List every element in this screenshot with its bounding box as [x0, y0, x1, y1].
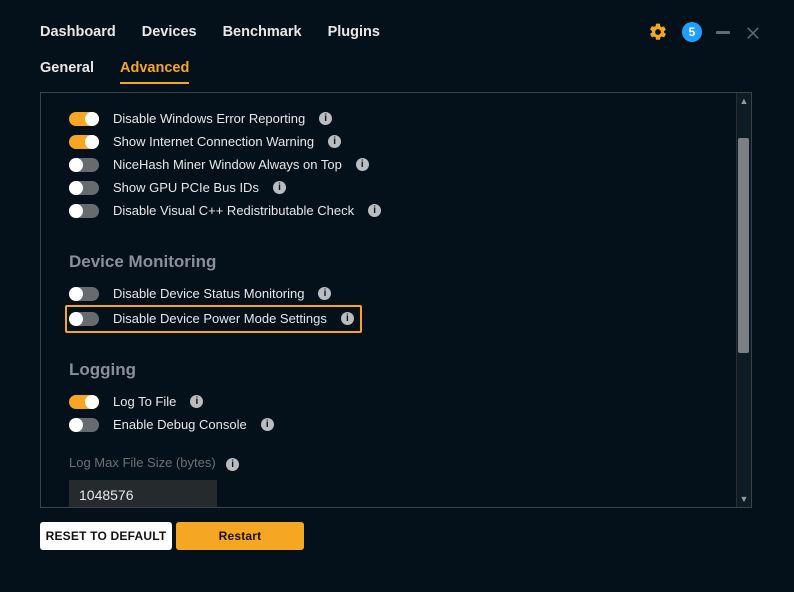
info-icon[interactable]: i [356, 158, 369, 171]
nav-benchmark[interactable]: Benchmark [223, 24, 302, 40]
notification-badge[interactable]: 5 [682, 22, 702, 42]
toggle-disable-vcredist[interactable] [69, 204, 99, 218]
input-log-max-size[interactable] [69, 480, 217, 507]
info-icon[interactable]: i [341, 312, 354, 325]
section-device-monitoring: Device Monitoring [69, 252, 727, 272]
toggle-always-on-top[interactable] [69, 158, 99, 172]
label-disable-status-monitoring: Disable Device Status Monitoring [113, 286, 304, 301]
highlight-box: Disable Device Power Mode Settings i [65, 305, 362, 333]
label-log-max-size: Log Max File Size (bytes) [69, 455, 216, 470]
minimize-icon[interactable] [716, 31, 730, 34]
label-disable-vcredist: Disable Visual C++ Redistributable Check [113, 203, 354, 218]
label-disable-wer: Disable Windows Error Reporting [113, 111, 305, 126]
nav-plugins[interactable]: Plugins [328, 24, 380, 40]
label-disable-power-mode: Disable Device Power Mode Settings [113, 311, 327, 326]
info-icon[interactable]: i [368, 204, 381, 217]
toggle-internet-warning[interactable] [69, 135, 99, 149]
info-icon[interactable]: i [190, 395, 203, 408]
scroll-thumb[interactable] [738, 138, 749, 353]
info-icon[interactable]: i [226, 458, 239, 471]
scrollbar[interactable]: ▲ ▼ [736, 93, 751, 507]
info-icon[interactable]: i [261, 418, 274, 431]
restart-button[interactable]: Restart [176, 522, 304, 550]
toggle-disable-status-monitoring[interactable] [69, 287, 99, 301]
info-icon[interactable]: i [328, 135, 341, 148]
tab-advanced[interactable]: Advanced [120, 60, 189, 84]
nav-devices[interactable]: Devices [142, 24, 197, 40]
main-nav: Dashboard Devices Benchmark Plugins [40, 24, 380, 40]
info-icon[interactable]: i [273, 181, 286, 194]
info-icon[interactable]: i [319, 112, 332, 125]
settings-tabs: General Advanced [0, 60, 794, 92]
nav-dashboard[interactable]: Dashboard [40, 24, 116, 40]
tab-general[interactable]: General [40, 60, 94, 84]
toggle-log-to-file[interactable] [69, 395, 99, 409]
gear-icon[interactable] [648, 22, 668, 42]
label-log-to-file: Log To File [113, 394, 176, 409]
scroll-up-icon[interactable]: ▲ [737, 93, 751, 109]
toggle-show-pcie[interactable] [69, 181, 99, 195]
toggle-disable-wer[interactable] [69, 112, 99, 126]
settings-panel: Disable Windows Error Reporting i Show I… [40, 92, 752, 508]
scroll-down-icon[interactable]: ▼ [737, 491, 751, 507]
label-show-pcie: Show GPU PCIe Bus IDs [113, 180, 259, 195]
label-always-on-top: NiceHash Miner Window Always on Top [113, 157, 342, 172]
reset-button[interactable]: RESET TO DEFAULT [40, 522, 172, 550]
label-debug-console: Enable Debug Console [113, 417, 247, 432]
close-icon[interactable] [744, 23, 762, 41]
info-icon[interactable]: i [318, 287, 331, 300]
label-internet-warning: Show Internet Connection Warning [113, 134, 314, 149]
toggle-debug-console[interactable] [69, 418, 99, 432]
toggle-disable-power-mode[interactable] [69, 312, 99, 326]
section-logging: Logging [69, 360, 727, 380]
